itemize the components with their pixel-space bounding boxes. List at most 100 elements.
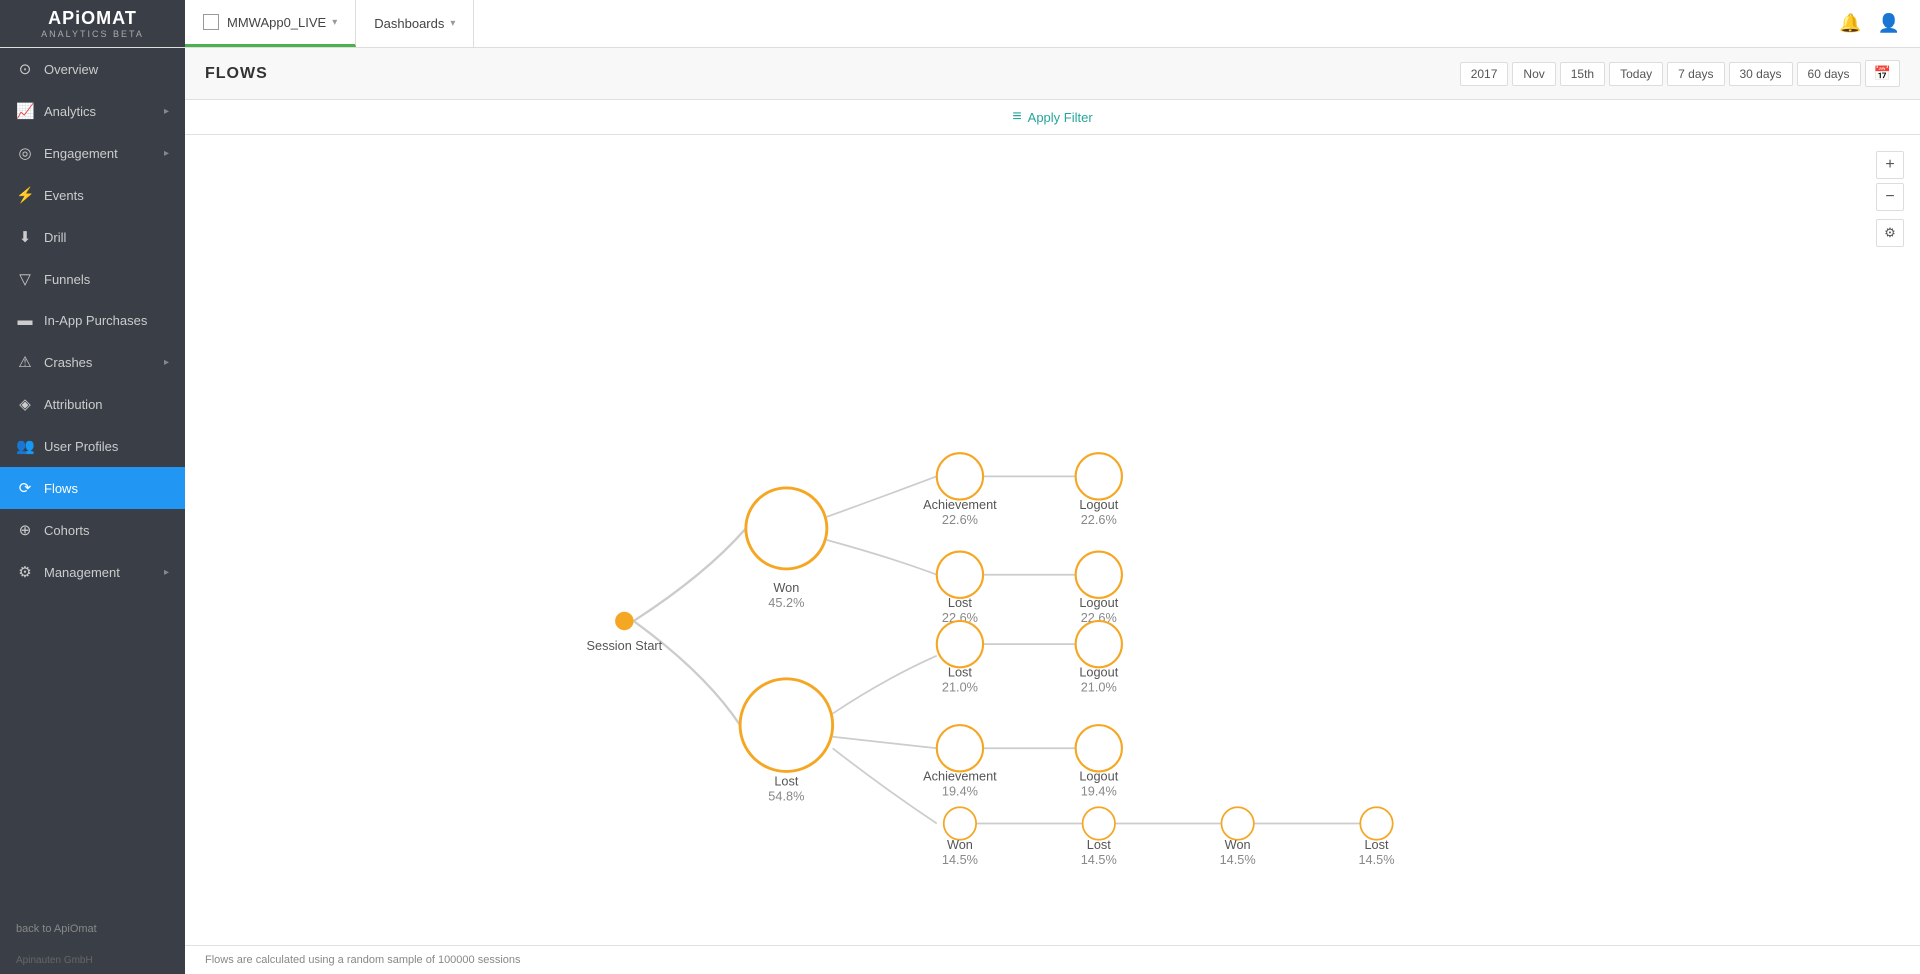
pct-won1: 45.2% xyxy=(768,595,804,610)
node-lost2 xyxy=(937,552,983,598)
flow-svg: Session Start Won 45.2% Lost 54.8% Achie… xyxy=(185,135,1920,945)
crashes-icon: ⚠ xyxy=(16,353,34,371)
pct-lost5: 14.5% xyxy=(1358,852,1394,867)
flow-footer: Flows are calculated using a random samp… xyxy=(185,945,1920,974)
tab-area: MMWApp0_LIVE ▾ Dashboards ▾ xyxy=(185,0,1839,47)
engagement-chevron: ▸ xyxy=(164,148,169,159)
funnels-icon: ▽ xyxy=(16,270,34,288)
node-logout4 xyxy=(1076,725,1122,771)
sidebar-label-drill: Drill xyxy=(44,230,66,245)
pct-achievement2: 19.4% xyxy=(942,784,978,799)
page-header: FLOWS 2017 Nov 15th Today 7 days 30 days… xyxy=(185,48,1920,100)
sidebar-item-analytics[interactable]: 📈 Analytics ▸ xyxy=(0,90,185,132)
date-btn-today[interactable]: Today xyxy=(1609,62,1663,86)
dashboards-label: Dashboards xyxy=(374,16,444,31)
node-lost4 xyxy=(1083,807,1115,839)
cohorts-icon: ⊕ xyxy=(16,521,34,539)
sidebar-label-cohorts: Cohorts xyxy=(44,523,90,538)
sidebar-label-overview: Overview xyxy=(44,62,98,77)
tab-app[interactable]: MMWApp0_LIVE ▾ xyxy=(185,0,356,47)
logo-area: APiOMAT ANALYTICS BETA xyxy=(0,0,185,47)
node-session-start xyxy=(615,612,634,631)
sidebar-item-events[interactable]: ⚡ Events xyxy=(0,174,185,216)
pct-lost3: 21.0% xyxy=(942,680,978,695)
sidebar-item-cohorts[interactable]: ⊕ Cohorts xyxy=(0,509,185,551)
zoom-in-button[interactable]: + xyxy=(1876,151,1904,179)
apply-filter-label: Apply Filter xyxy=(1028,110,1093,125)
date-btn-60days[interactable]: 60 days xyxy=(1797,62,1861,86)
sidebar-item-crashes[interactable]: ⚠ Crashes ▸ xyxy=(0,341,185,383)
date-btn-15th[interactable]: 15th xyxy=(1560,62,1605,86)
date-btn-7days[interactable]: 7 days xyxy=(1667,62,1724,86)
label-achievement2: Achievement xyxy=(923,769,997,784)
sidebar-item-in-app-purchases[interactable]: ▬ In-App Purchases xyxy=(0,300,185,341)
flows-icon: ⟳ xyxy=(16,479,34,497)
attribution-icon: ◈ xyxy=(16,395,34,413)
sidebar-label-management: Management xyxy=(44,565,120,580)
node-lost3 xyxy=(937,621,983,667)
sidebar-item-attribution[interactable]: ◈ Attribution xyxy=(0,383,185,425)
calendar-button[interactable]: 📅 xyxy=(1865,60,1900,87)
label-lost2: Lost xyxy=(948,595,973,610)
pct-lost4: 14.5% xyxy=(1081,852,1117,867)
pct-lost1: 54.8% xyxy=(768,788,804,803)
pct-achievement1: 22.6% xyxy=(942,512,978,527)
pct-won3: 14.5% xyxy=(1220,852,1256,867)
engagement-icon: ◎ xyxy=(16,144,34,162)
app-name: MMWApp0_LIVE xyxy=(227,15,326,30)
user-icon[interactable]: 👤 xyxy=(1878,13,1900,34)
node-achievement1 xyxy=(937,453,983,499)
zoom-settings-button[interactable]: ⚙ xyxy=(1876,219,1904,247)
app-chevron: ▾ xyxy=(332,17,337,28)
sidebar-item-funnels[interactable]: ▽ Funnels xyxy=(0,258,185,300)
sidebar-item-overview[interactable]: ⊙ Overview xyxy=(0,48,185,90)
sidebar-item-flows[interactable]: ⟳ Flows xyxy=(0,467,185,509)
node-won2 xyxy=(944,807,976,839)
label-lost5: Lost xyxy=(1364,837,1389,852)
zoom-out-button[interactable]: − xyxy=(1876,183,1904,211)
label-logout3: Logout xyxy=(1079,665,1118,680)
date-controls: 2017 Nov 15th Today 7 days 30 days 60 da… xyxy=(1460,60,1900,87)
node-lost1 xyxy=(740,679,833,772)
tab-dashboards[interactable]: Dashboards ▾ xyxy=(356,0,474,47)
node-won1 xyxy=(746,488,827,569)
pct-won2: 14.5% xyxy=(942,852,978,867)
crashes-chevron: ▸ xyxy=(164,357,169,368)
date-btn-nov[interactable]: Nov xyxy=(1512,62,1555,86)
content-area: FLOWS 2017 Nov 15th Today 7 days 30 days… xyxy=(185,48,1920,974)
node-achievement2 xyxy=(937,725,983,771)
sidebar-label-flows: Flows xyxy=(44,481,78,496)
back-to-apitomat[interactable]: back to ApiOmat xyxy=(0,911,185,947)
page-title: FLOWS xyxy=(205,65,268,83)
flow-footer-text: Flows are calculated using a random samp… xyxy=(205,954,521,966)
sidebar-item-engagement[interactable]: ◎ Engagement ▸ xyxy=(0,132,185,174)
management-chevron: ▸ xyxy=(164,567,169,578)
sidebar-item-drill[interactable]: ⬇ Drill xyxy=(0,216,185,258)
filter-icon: ≡ xyxy=(1012,108,1021,126)
sidebar-label-analytics: Analytics xyxy=(44,104,96,119)
sidebar-item-user-profiles[interactable]: 👥 User Profiles xyxy=(0,425,185,467)
sidebar-label-crashes: Crashes xyxy=(44,355,92,370)
apply-filter-button[interactable]: ≡ Apply Filter xyxy=(1012,108,1092,126)
sidebar-item-management[interactable]: ⚙ Management ▸ xyxy=(0,551,185,593)
label-lost3: Lost xyxy=(948,665,973,680)
sidebar-label-events: Events xyxy=(44,188,84,203)
date-btn-30days[interactable]: 30 days xyxy=(1729,62,1793,86)
bell-icon[interactable]: 🔔 xyxy=(1839,13,1861,34)
pct-logout4: 19.4% xyxy=(1081,784,1117,799)
sidebar: ⊙ Overview 📈 Analytics ▸ ◎ Engagement ▸ … xyxy=(0,48,185,974)
main-layout: ⊙ Overview 📈 Analytics ▸ ◎ Engagement ▸ … xyxy=(0,48,1920,974)
label-won1: Won xyxy=(773,580,799,595)
pct-logout3: 21.0% xyxy=(1081,680,1117,695)
overview-icon: ⊙ xyxy=(16,60,34,78)
sidebar-label-funnels: Funnels xyxy=(44,272,90,287)
label-achievement1: Achievement xyxy=(923,497,997,512)
label-session-start: Session Start xyxy=(587,638,663,653)
filter-bar: ≡ Apply Filter xyxy=(185,100,1920,135)
drill-icon: ⬇ xyxy=(16,228,34,246)
label-logout4: Logout xyxy=(1079,769,1118,784)
flow-canvas: Session Start Won 45.2% Lost 54.8% Achie… xyxy=(185,135,1920,945)
node-won3 xyxy=(1221,807,1253,839)
date-btn-2017[interactable]: 2017 xyxy=(1460,62,1509,86)
analytics-icon: 📈 xyxy=(16,102,34,120)
